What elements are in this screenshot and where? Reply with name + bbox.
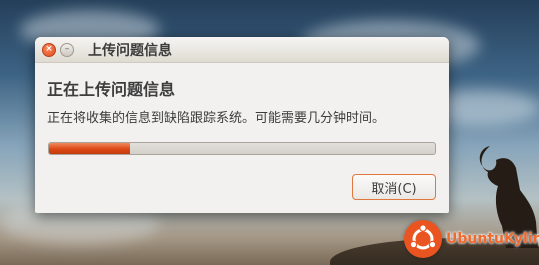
dialog-heading: 正在上传问题信息 xyxy=(47,80,176,99)
upload-progress-bar xyxy=(48,142,436,155)
dialog-message: 正在将收集的信息到缺陷跟踪系统。可能需要几分钟时间。 xyxy=(47,111,386,126)
ubuntu-circle-of-friends-icon xyxy=(404,220,442,258)
cancel-button[interactable]: 取消(C) xyxy=(352,174,436,200)
progress-bar-fill xyxy=(49,143,131,154)
ubuntukylin-logo: UbuntuKylin xyxy=(404,220,539,258)
dialog-title: 上传问题信息 xyxy=(88,42,172,59)
logo-wordmark: UbuntuKylin xyxy=(446,231,539,247)
minimize-icon[interactable]: – xyxy=(60,42,74,57)
upload-dialog: × – 上传问题信息 正在上传问题信息 正在将收集的信息到缺陷跟踪系统。可能需要… xyxy=(35,37,449,213)
close-icon[interactable]: × xyxy=(42,42,56,57)
dialog-titlebar[interactable]: × – 上传问题信息 xyxy=(35,37,449,63)
